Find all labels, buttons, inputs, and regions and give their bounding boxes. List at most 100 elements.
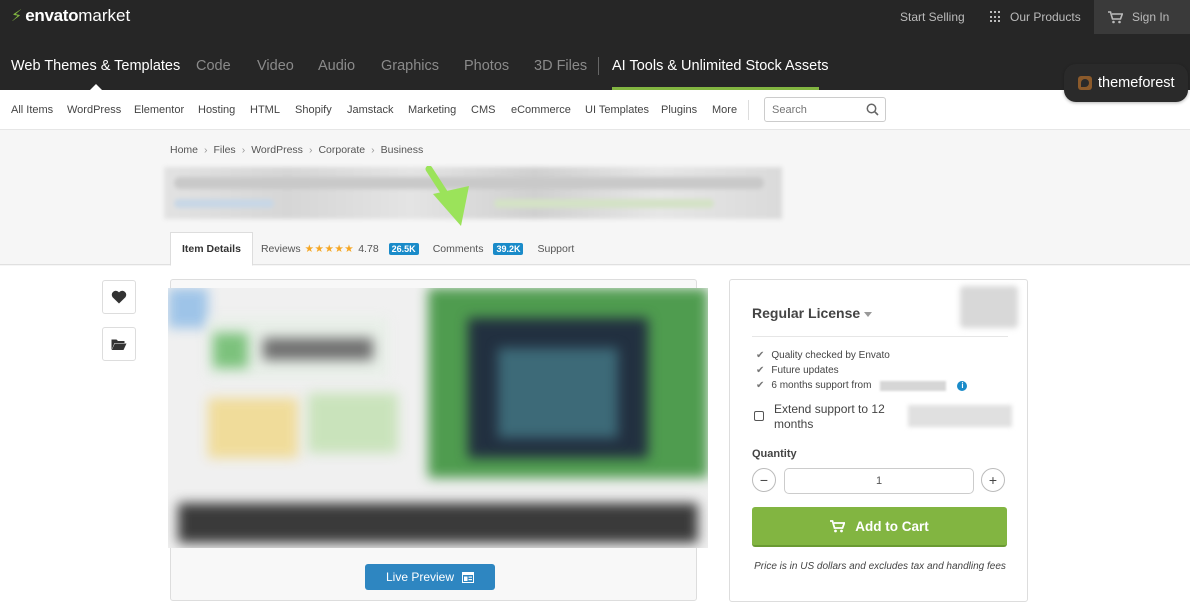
category-code[interactable]: Code: [196, 58, 231, 74]
subnav-plugins[interactable]: Plugins: [661, 104, 697, 116]
feature-item: ✔ Quality checked by Envato: [756, 350, 890, 361]
subnav-more[interactable]: More: [712, 104, 737, 116]
add-to-collection-button[interactable]: [102, 327, 136, 361]
add-to-cart-button[interactable]: Add to Cart: [752, 507, 1007, 547]
sign-in-label: Sign In: [1132, 10, 1170, 24]
feature-label: Quality checked by Envato: [771, 350, 890, 361]
purchase-panel: Regular License ✔ Quality checked by Env…: [729, 279, 1028, 602]
chevron-right-icon: ›: [371, 144, 375, 156]
info-icon[interactable]: i: [957, 380, 968, 391]
subnav-divider: [748, 100, 749, 120]
search-input[interactable]: [772, 98, 862, 121]
add-to-cart-label: Add to Cart: [855, 518, 929, 534]
blurred-preview-image: [168, 288, 708, 548]
extend-support-option[interactable]: Extend support to 12 months: [754, 402, 894, 432]
cart-icon: [1108, 10, 1123, 23]
category-ai-tools[interactable]: AI Tools & Unlimited Stock Assets: [612, 58, 829, 74]
subnav-wordpress[interactable]: WordPress: [67, 104, 121, 116]
category-photos[interactable]: Photos: [464, 58, 509, 74]
price-note: Price is in US dollars and excludes tax …: [754, 561, 1006, 572]
category-bar: Web Themes & Templates Code Video Audio …: [0, 34, 1190, 90]
themeforest-label: themeforest: [1098, 75, 1175, 91]
subnav-cms[interactable]: CMS: [471, 104, 495, 116]
themeforest-badge[interactable]: themeforest: [1064, 64, 1188, 102]
check-icon: ✔: [756, 380, 765, 391]
category-3d-files[interactable]: 3D Files: [534, 58, 587, 74]
feature-item: ✔ Future updates: [756, 365, 839, 376]
grid-icon: [990, 11, 1002, 23]
reviews-count-badge: 26.5K: [388, 243, 419, 255]
category-audio[interactable]: Audio: [318, 58, 355, 74]
license-selector[interactable]: Regular License: [752, 305, 873, 321]
subnav-elementor[interactable]: Elementor: [134, 104, 184, 116]
increase-quantity-button[interactable]: +: [981, 468, 1005, 492]
feature-label: Future updates: [771, 365, 839, 376]
decrease-quantity-button[interactable]: −: [752, 468, 776, 492]
item-header: Home › Files › WordPress › Corporate › B…: [0, 131, 1190, 266]
blurred-price: [960, 286, 1018, 328]
start-selling-link[interactable]: Start Selling: [900, 10, 965, 24]
subnav-html[interactable]: HTML: [250, 104, 280, 116]
chevron-right-icon: ›: [308, 144, 313, 156]
our-products-link[interactable]: Our Products: [990, 10, 1081, 24]
tab-support[interactable]: Support: [537, 243, 574, 255]
category-divider: [598, 57, 599, 75]
license-label: Regular License: [752, 305, 861, 321]
live-preview-button[interactable]: Live Preview: [365, 564, 495, 590]
top-bar: ⚡︎ envato market Start Selling Our Produ…: [0, 0, 1190, 34]
subnav-all-items[interactable]: All Items: [11, 104, 53, 116]
category-web-themes[interactable]: Web Themes & Templates: [11, 58, 180, 74]
feature-label: 6 months support from: [771, 380, 872, 391]
breadcrumb-wordpress[interactable]: WordPress: [251, 144, 303, 156]
envato-market-logo[interactable]: ⚡︎ envato market: [11, 6, 130, 26]
subnav-shopify[interactable]: Shopify: [295, 104, 332, 116]
divider: [752, 336, 1008, 337]
sub-navigation: All Items WordPress Elementor Hosting HT…: [0, 90, 1190, 130]
quantity-label: Quantity: [752, 448, 797, 460]
extend-support-checkbox[interactable]: [754, 411, 764, 421]
breadcrumb-files[interactable]: Files: [214, 144, 236, 156]
tab-comments-label: Comments: [432, 243, 484, 255]
search-box: [764, 97, 886, 122]
tab-reviews-label: Reviews: [260, 243, 301, 255]
cart-icon: [830, 519, 846, 532]
subnav-ecommerce[interactable]: eCommerce: [511, 104, 571, 116]
rating-value: 4.78: [358, 243, 379, 255]
our-products-label: Our Products: [1010, 10, 1081, 24]
breadcrumb-business[interactable]: Business: [381, 144, 424, 156]
quantity-input[interactable]: [784, 468, 974, 494]
subnav-hosting[interactable]: Hosting: [198, 104, 235, 116]
subnav-marketing[interactable]: Marketing: [408, 104, 456, 116]
item-tabs: Item Details Reviews ★★★★★ 4.78 26.5K Co…: [170, 232, 574, 266]
tab-support-label: Support: [537, 243, 575, 255]
subnav-jamstack[interactable]: Jamstack: [347, 104, 393, 116]
search-icon[interactable]: [866, 103, 879, 116]
favorite-button[interactable]: [102, 280, 136, 314]
breadcrumb: Home › Files › WordPress › Corporate › B…: [170, 144, 423, 156]
chevron-right-icon: ›: [241, 144, 246, 156]
check-icon: ✔: [756, 365, 765, 376]
feature-item: ✔ 6 months support from i: [756, 380, 968, 391]
envato-leaf-icon: ⚡︎: [11, 8, 23, 25]
logo-envato-text: envato: [25, 6, 79, 25]
blurred-author-name: [880, 380, 947, 391]
subnav-ui-templates[interactable]: UI Templates: [585, 104, 649, 116]
category-graphics[interactable]: Graphics: [381, 58, 439, 74]
caret-down-icon: [864, 311, 873, 317]
rating-stars: ★★★★★: [304, 243, 355, 255]
folder-open-icon: [111, 339, 127, 350]
category-video[interactable]: Video: [257, 58, 294, 74]
extend-support-label: Extend support to 12 months: [774, 402, 885, 431]
heart-icon: [111, 290, 127, 304]
annotation-arrow-icon: [425, 166, 469, 226]
breadcrumb-corporate[interactable]: Corporate: [318, 144, 365, 156]
tab-comments[interactable]: Comments 39.2K: [433, 243, 524, 255]
themeforest-logo-icon: [1078, 76, 1092, 90]
live-preview-label: Live Preview: [385, 570, 455, 584]
breadcrumb-home[interactable]: Home: [170, 144, 198, 156]
tab-item-details[interactable]: Item Details: [170, 232, 253, 266]
sign-in-button[interactable]: Sign In: [1094, 0, 1190, 34]
blurred-extend-price: [908, 405, 1012, 427]
tab-reviews[interactable]: Reviews ★★★★★ 4.78 26.5K: [261, 243, 419, 255]
preview-window-icon: [462, 571, 475, 583]
